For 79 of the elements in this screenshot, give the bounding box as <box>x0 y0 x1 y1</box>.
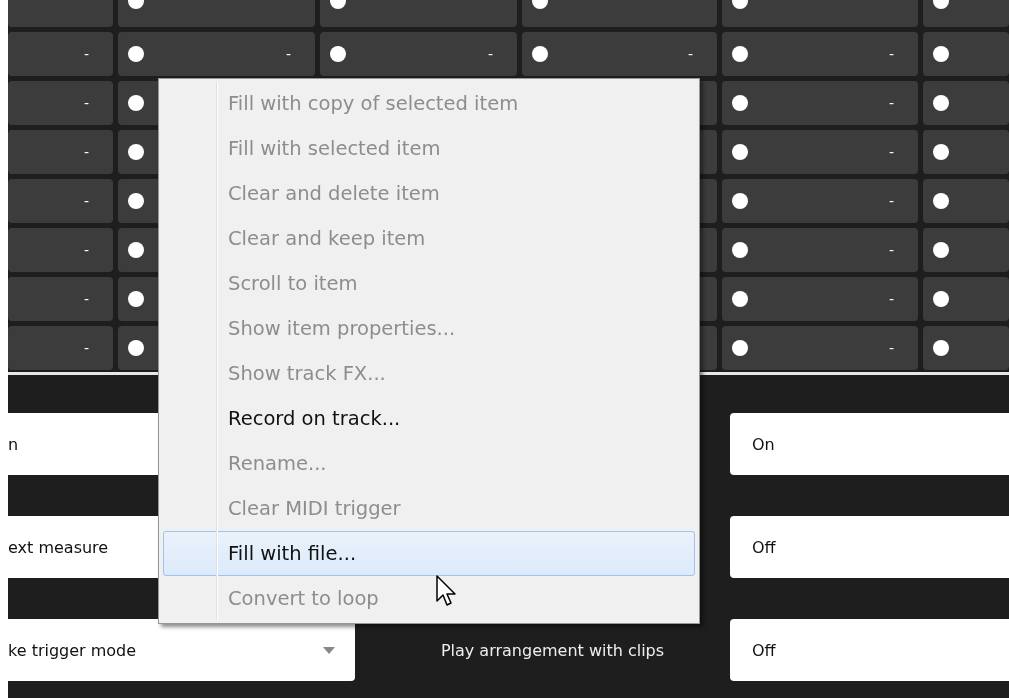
clip-slot-value: - <box>83 46 89 62</box>
clip-slot[interactable]: - <box>8 81 113 125</box>
clip-slot-value: - <box>487 46 493 62</box>
play-dot-icon[interactable] <box>732 242 748 258</box>
play-dot-icon[interactable] <box>732 95 748 111</box>
play-dot-icon[interactable] <box>128 242 144 258</box>
clip-slot[interactable] <box>923 32 1009 76</box>
setting-field[interactable]: Off <box>730 619 1009 681</box>
dropdown-caret-icon <box>323 646 335 654</box>
play-dot-icon[interactable] <box>732 340 748 356</box>
clip-slot-value: - <box>83 242 89 258</box>
clip-slot[interactable]: - <box>522 32 717 76</box>
clip-slot[interactable]: - <box>722 32 918 76</box>
clip-slot-value: - <box>83 95 89 111</box>
clip-slot-value: - <box>888 95 894 111</box>
play-dot-icon[interactable] <box>732 144 748 160</box>
clip-slot[interactable] <box>923 228 1009 272</box>
setting-label: Play arrangement with clips <box>440 640 665 660</box>
clip-slot[interactable]: - <box>8 228 113 272</box>
clip-slot[interactable] <box>522 0 717 27</box>
setting-field[interactable]: Off <box>730 516 1009 578</box>
clip-slot[interactable] <box>923 81 1009 125</box>
play-dot-icon[interactable] <box>128 46 144 62</box>
play-dot-icon[interactable] <box>732 46 748 62</box>
clip-slot[interactable]: - <box>722 81 918 125</box>
clip-slot[interactable]: - <box>8 179 113 223</box>
play-dot-icon[interactable] <box>933 144 949 160</box>
clip-slot[interactable]: - <box>320 32 517 76</box>
menu-item[interactable]: Fill with file... <box>163 531 695 576</box>
clip-slot-value: - <box>83 340 89 356</box>
clip-slot-value: - <box>83 144 89 160</box>
play-dot-icon[interactable] <box>128 291 144 307</box>
play-dot-icon[interactable] <box>732 193 748 209</box>
clip-slot-value: - <box>888 340 894 356</box>
clip-slot-value: - <box>687 46 693 62</box>
play-dot-icon[interactable] <box>933 291 949 307</box>
play-dot-icon[interactable] <box>933 46 949 62</box>
play-dot-icon[interactable] <box>933 95 949 111</box>
setting-field[interactable]: On <box>730 413 1009 475</box>
clip-slot[interactable]: - <box>8 130 113 174</box>
play-dot-icon[interactable] <box>732 291 748 307</box>
clip-slot-value: - <box>83 291 89 307</box>
clip-slot[interactable] <box>118 0 315 27</box>
clip-slot[interactable] <box>923 0 1009 27</box>
clip-slot[interactable] <box>923 326 1009 370</box>
clip-slot-value: - <box>888 193 894 209</box>
clip-slot-value: - <box>888 242 894 258</box>
clip-slot[interactable]: - <box>722 228 918 272</box>
clip-slot[interactable]: - <box>722 277 918 321</box>
play-dot-icon[interactable] <box>128 193 144 209</box>
clip-slot[interactable]: - <box>118 32 315 76</box>
play-dot-icon[interactable] <box>128 144 144 160</box>
play-dot-icon[interactable] <box>128 95 144 111</box>
clip-slot[interactable] <box>320 0 517 27</box>
clip-slot[interactable]: - <box>722 179 918 223</box>
clip-slot[interactable] <box>923 130 1009 174</box>
clip-slot[interactable] <box>8 0 113 27</box>
clip-slot[interactable]: - <box>722 130 918 174</box>
play-dot-icon[interactable] <box>933 340 949 356</box>
clip-slot-value: - <box>888 46 894 62</box>
clip-slot-value: - <box>888 144 894 160</box>
menu-item[interactable]: Record on track... <box>163 396 695 441</box>
clip-slot[interactable] <box>923 179 1009 223</box>
play-dot-icon[interactable] <box>933 242 949 258</box>
clip-slot[interactable] <box>923 277 1009 321</box>
clip-slot[interactable]: - <box>8 326 113 370</box>
clip-slot-value: - <box>888 291 894 307</box>
clip-slot[interactable]: - <box>8 277 113 321</box>
play-dot-icon[interactable] <box>933 193 949 209</box>
play-dot-icon[interactable] <box>128 340 144 356</box>
clip-slot[interactable]: - <box>8 32 113 76</box>
clip-slot-value: - <box>285 46 291 62</box>
clip-slot[interactable]: - <box>722 326 918 370</box>
setting-dropdown[interactable]: ke trigger mode <box>8 619 355 681</box>
play-dot-icon[interactable] <box>330 46 346 62</box>
mouse-cursor-icon <box>436 575 458 607</box>
play-dot-icon[interactable] <box>532 46 548 62</box>
clip-slot[interactable] <box>722 0 918 27</box>
clip-slot-value: - <box>83 193 89 209</box>
